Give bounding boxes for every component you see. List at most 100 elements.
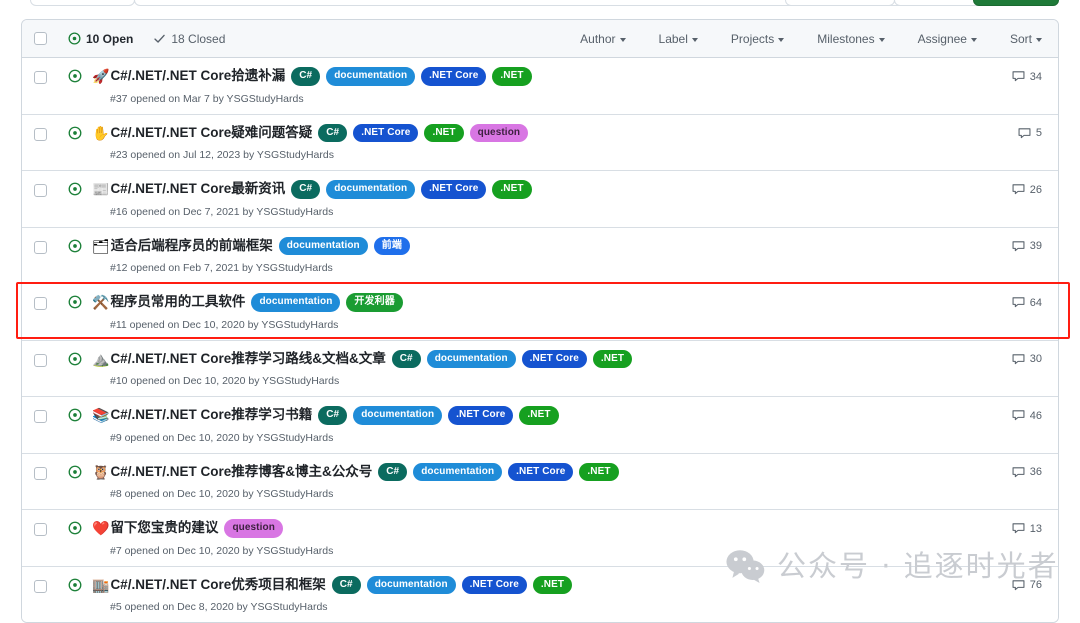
comment-icon	[1012, 523, 1025, 534]
issue-label-chip[interactable]: .NET Core	[461, 575, 527, 594]
issue-comment-count[interactable]: 64	[1012, 296, 1042, 309]
issue-comment-count[interactable]: 13	[1012, 522, 1042, 535]
issue-title-link[interactable]: C#/.NET/.NET Core推荐学习路线&文档&文章	[110, 351, 385, 367]
rocket-emoji: 🚀	[92, 68, 110, 85]
issue-comment-count[interactable]: 46	[1012, 409, 1042, 422]
issue-checkbox[interactable]	[34, 410, 47, 423]
toolbar-labels-button[interactable]	[785, 0, 895, 6]
issue-checkbox[interactable]	[34, 523, 47, 536]
filter-sort-label: Sort	[1009, 31, 1032, 46]
issue-checkbox[interactable]	[34, 71, 47, 84]
issue-content: 📰 C#/.NET/.NET Core最新资讯 C# documentation .NE…	[92, 180, 1012, 218]
open-issues-filter[interactable]: 10 Open	[68, 32, 133, 46]
issue-row[interactable]: 📚 C#/.NET/.NET Core推荐学习书籍 C# documentation.…	[22, 396, 1058, 453]
issue-label-chip[interactable]: .NET Core	[353, 123, 419, 142]
issue-row[interactable]: 🚀 C#/.NET/.NET Core拾遗补漏 C# documentation .NE…	[22, 58, 1058, 114]
issue-label-chip[interactable]: .NET	[579, 462, 619, 481]
issue-label-chip[interactable]: .NET Core	[421, 67, 487, 86]
issue-label-chip[interactable]: documentation	[426, 349, 516, 368]
issue-title-link[interactable]: 留下您宝贵的建议	[110, 520, 218, 536]
issue-label-chip[interactable]: documentation	[278, 236, 368, 255]
check-icon	[154, 34, 166, 43]
issue-label-chip[interactable]: .NET Core	[508, 462, 574, 481]
issue-checkbox[interactable]	[34, 466, 47, 480]
issue-label-chip[interactable]: documentation	[326, 67, 416, 86]
issue-comment-count[interactable]: 76	[1012, 579, 1042, 592]
issue-checkbox[interactable]	[34, 297, 47, 310]
issue-title-link[interactable]: 程序员常用的工具软件	[110, 294, 245, 310]
issue-label-chip[interactable]: documentation	[413, 462, 503, 481]
issue-row[interactable]: 🗂 适合后端程序员的前端框架 documentation 前端 #12 opened o…	[22, 226, 1058, 283]
filter-assignee[interactable]: Assignee	[918, 32, 977, 46]
issue-label-chip[interactable]: .NET	[492, 180, 532, 199]
issue-comment-count[interactable]: 36	[1012, 466, 1042, 479]
issue-label-chip[interactable]: .NET Core	[421, 180, 487, 199]
issue-comment-count[interactable]: 26	[1012, 183, 1042, 196]
issue-title-link[interactable]: C#/.NET/.NET Core推荐博客&博主&公众号	[110, 464, 372, 480]
issue-label-chip[interactable]: .NET	[492, 67, 532, 86]
issues-rows: 🚀 C#/.NET/.NET Core拾遗补漏 C# documentation .NE…	[22, 58, 1058, 622]
new-issue-button[interactable]	[973, 0, 1059, 6]
issue-title-line: 🦉 C#/.NET/.NET Core推荐博客&博主&公众号 C# documenta…	[92, 462, 1012, 481]
issue-content: 🗂 适合后端程序员的前端框架 documentation 前端 #12 opened o…	[92, 236, 1012, 274]
issue-label-chip[interactable]: documentation	[353, 406, 443, 425]
issue-comment-count[interactable]: 39	[1012, 240, 1042, 253]
issue-label-chip[interactable]: C#	[331, 575, 361, 594]
filter-projects-label: Projects	[730, 31, 775, 46]
issue-row[interactable]: 🦉 C#/.NET/.NET Core推荐博客&博主&公众号 C# documenta…	[22, 452, 1058, 509]
issue-checkbox[interactable]	[34, 579, 47, 593]
issue-title-link[interactable]: C#/.NET/.NET Core优秀项目和框架	[110, 577, 325, 593]
issue-opened-icon	[68, 352, 82, 365]
issue-label-chip[interactable]: C#	[291, 67, 321, 86]
filter-author[interactable]: Author	[580, 32, 626, 46]
issue-label-chip[interactable]: .NET Core	[521, 349, 587, 368]
select-all-checkbox[interactable]	[34, 32, 47, 45]
issue-title-link[interactable]: C#/.NET/.NET Core拾遗补漏	[110, 68, 285, 84]
issue-label-chip[interactable]: .NET	[424, 123, 464, 142]
issue-title-link[interactable]: 适合后端程序员的前端框架	[111, 238, 273, 254]
comment-icon	[1012, 184, 1025, 195]
issue-checkbox[interactable]	[34, 353, 47, 367]
filter-projects[interactable]: Projects	[730, 31, 785, 46]
issue-row[interactable]: ✋ C#/.NET/.NET Core疑难问题答疑 C# .NET Core .NET q…	[22, 113, 1058, 170]
issue-row[interactable]: ❤️ 留下您宝贵的建议 question #7 opened on Dec 10, 2…	[22, 509, 1058, 566]
issue-title-link[interactable]: C#/.NET/.NET Core疑难问题答疑	[110, 125, 312, 141]
issue-label-chip[interactable]: C#	[378, 462, 408, 481]
issue-comment-count[interactable]: 34	[1012, 70, 1042, 83]
issue-label-chip[interactable]: question	[224, 519, 283, 538]
issue-label-chip[interactable]: documentation	[366, 575, 456, 594]
issue-label-chip[interactable]: 前端	[373, 236, 410, 255]
closed-issues-filter[interactable]: 18 Closed	[153, 32, 225, 46]
issue-label-chip[interactable]: .NET	[592, 349, 633, 368]
issue-row[interactable]: ⛰️ C#/.NET/.NET Core推荐学习路线&文档&文章 C# documen…	[22, 339, 1058, 396]
books-emoji: 📚	[92, 407, 110, 424]
filter-milestones[interactable]: Milestones	[817, 32, 885, 46]
issue-comment-count[interactable]: 5	[1018, 127, 1042, 140]
filter-label[interactable]: Label	[659, 32, 698, 46]
issue-label-chip[interactable]: .NET	[519, 406, 559, 425]
issue-label-chip[interactable]: .NET	[532, 575, 573, 594]
issue-state-icon-wrap	[68, 295, 82, 314]
issue-label-chip[interactable]: C#	[318, 123, 348, 142]
issue-label-chip[interactable]: question	[469, 123, 529, 142]
filter-sort[interactable]: Sort	[1010, 32, 1042, 46]
issue-row[interactable]: 📰 C#/.NET/.NET Core最新资讯 C# documentation .NE…	[22, 170, 1058, 227]
issue-comment-count[interactable]: 30	[1012, 353, 1042, 366]
issue-checkbox[interactable]	[34, 240, 47, 254]
issue-label-chip[interactable]: 开发利器	[346, 293, 403, 312]
issue-label-chip[interactable]: C#	[291, 180, 321, 199]
issue-label-chip[interactable]: C#	[318, 406, 348, 425]
issue-label-chip[interactable]: C#	[391, 349, 421, 368]
issue-title-link[interactable]: C#/.NET/.NET Core推荐学习书籍	[110, 407, 312, 423]
issue-label-chip[interactable]: documentation	[251, 293, 341, 312]
issue-row[interactable]: 🏬 C#/.NET/.NET Core优秀项目和框架 C# documentation…	[22, 565, 1058, 622]
issue-title-line: ⛰️ C#/.NET/.NET Core推荐学习路线&文档&文章 C# documen…	[92, 349, 1012, 368]
issue-checkbox[interactable]	[34, 184, 47, 197]
toolbar-filter-dropdown[interactable]	[30, 0, 135, 6]
issue-title-link[interactable]: C#/.NET/.NET Core最新资讯	[110, 181, 285, 197]
issue-row[interactable]: ⚒️ 程序员常用的工具软件 documentation 开发利器 #11 opened …	[22, 283, 1058, 340]
issue-label-chip[interactable]: .NET Core	[448, 406, 514, 425]
issue-checkbox[interactable]	[34, 127, 47, 141]
comment-count-label: 34	[1029, 70, 1042, 83]
issue-label-chip[interactable]: documentation	[326, 180, 416, 199]
